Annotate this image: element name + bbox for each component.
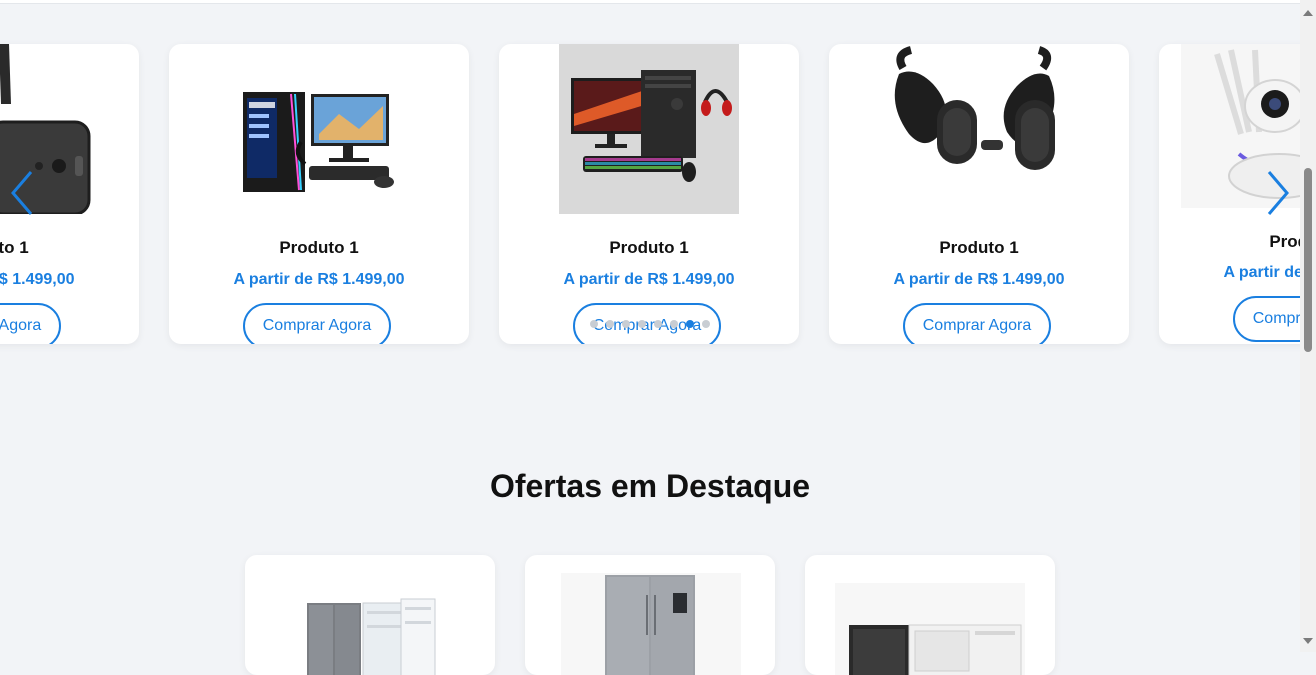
- section-title: Ofertas em Destaque: [489, 468, 811, 504]
- product-image-earbuds: [829, 44, 1129, 214]
- product-card[interactable]: Produto 1 A partir de R$ 1.499,00 Compra…: [499, 44, 799, 344]
- offer-image-side-by-side-refrigerator: [525, 555, 775, 675]
- carousel-dot[interactable]: [670, 320, 678, 328]
- product-price: A partir de R$ 1.499,00: [893, 271, 1065, 288]
- carousel-dot[interactable]: [654, 320, 662, 328]
- product-carousel: Produto 1 A partir de R$ 1.499,00 Compra…: [0, 0, 1300, 360]
- offer-image-microwave: [805, 555, 1055, 675]
- product-name: Produto 1: [939, 238, 1019, 257]
- product-price: A partir de R$ 1.499,00: [233, 271, 405, 288]
- scroll-down-arrow-icon[interactable]: [1303, 638, 1313, 644]
- product-name: Produto 1: [279, 238, 359, 257]
- chevron-right-icon: [1267, 171, 1289, 215]
- carousel-dot-active[interactable]: [686, 320, 694, 328]
- product-image-desktop-pc: [499, 44, 799, 214]
- chevron-left-icon: [11, 171, 33, 215]
- buy-now-button[interactable]: Comprar Agora: [903, 303, 1051, 344]
- product-name: Produto 1: [609, 238, 689, 257]
- carousel-dots: [590, 320, 710, 328]
- product-card[interactable]: Produto 1 A partir de R$ 1.499,00 Compra…: [169, 44, 469, 344]
- scrollbar-thumb[interactable]: [1304, 168, 1312, 352]
- page-scrollbar[interactable]: [1300, 0, 1316, 652]
- offer-card[interactable]: [805, 555, 1055, 675]
- product-image-gaming-pc: [169, 44, 469, 214]
- buy-now-button[interactable]: Comprar Agora: [0, 303, 61, 344]
- product-name: Produto 1: [1269, 232, 1300, 251]
- offer-card[interactable]: [245, 555, 495, 675]
- carousel-dot[interactable]: [638, 320, 646, 328]
- carousel-next-button[interactable]: [1260, 170, 1296, 216]
- offer-image-refrigerator: [245, 555, 495, 675]
- offer-card[interactable]: [525, 555, 775, 675]
- buy-now-button[interactable]: Comprar Agora: [1233, 296, 1300, 342]
- product-price: A partir de R$ 1.499,00: [1223, 264, 1300, 281]
- buy-now-button[interactable]: Comprar Agora: [243, 303, 391, 344]
- scroll-up-arrow-icon[interactable]: [1303, 10, 1313, 16]
- carousel-prev-button[interactable]: [4, 170, 40, 216]
- product-card[interactable]: Produto 1 A partir de R$ 1.499,00 Compra…: [829, 44, 1129, 344]
- product-name: Produto 1: [0, 238, 29, 257]
- product-price: A partir de R$ 1.499,00: [563, 271, 735, 288]
- carousel-dot[interactable]: [622, 320, 630, 328]
- product-price: A partir de R$ 1.499,00: [0, 271, 75, 288]
- carousel-dot[interactable]: [606, 320, 614, 328]
- carousel-dot[interactable]: [702, 320, 710, 328]
- carousel-dot[interactable]: [590, 320, 598, 328]
